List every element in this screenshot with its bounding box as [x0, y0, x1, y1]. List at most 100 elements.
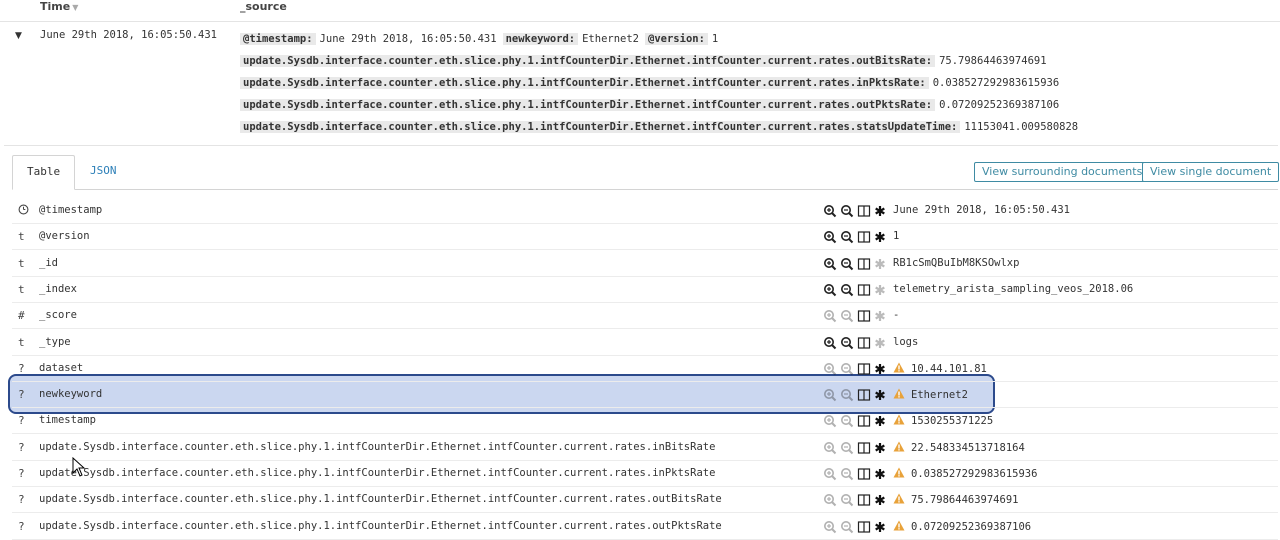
- field-value-text: -: [893, 309, 900, 321]
- zoom-in-icon[interactable]: [823, 203, 837, 219]
- warning-icon: [893, 414, 905, 425]
- zoom-out-icon[interactable]: [840, 308, 854, 324]
- toggle-column-icon[interactable]: [857, 492, 871, 508]
- zoom-in-icon[interactable]: [823, 282, 837, 298]
- zoom-in-icon[interactable]: [823, 519, 837, 535]
- field-name: update.Sysdb.interface.counter.eth.slice…: [39, 441, 716, 453]
- source-line: update.Sysdb.interface.counter.eth.slice…: [240, 97, 1065, 113]
- field-type-icon: t: [18, 283, 25, 296]
- field-value-text: 1: [893, 230, 900, 242]
- asterisk-icon[interactable]: [873, 387, 887, 403]
- view-single-document-button[interactable]: View single document: [1142, 162, 1280, 182]
- zoom-out-icon[interactable]: [840, 203, 854, 219]
- zoom-out-icon[interactable]: [840, 256, 854, 272]
- zoom-out-icon[interactable]: [840, 335, 854, 351]
- asterisk-icon[interactable]: [873, 413, 887, 429]
- field-name: timestamp: [39, 414, 96, 426]
- zoom-in-icon[interactable]: [823, 229, 837, 245]
- field-type-icon: t: [18, 336, 25, 349]
- asterisk-icon[interactable]: [873, 466, 887, 482]
- tab-json[interactable]: JSON: [76, 155, 131, 190]
- zoom-in-icon[interactable]: [823, 256, 837, 272]
- source-value: June 29th 2018, 16:05:50.431: [319, 33, 497, 45]
- field-value: 1: [893, 230, 899, 242]
- zoom-out-icon[interactable]: [840, 492, 854, 508]
- field-name: _index: [39, 283, 77, 295]
- zoom-out-icon[interactable]: [840, 440, 854, 456]
- field-actions: [823, 466, 889, 482]
- field-name: _id: [39, 257, 58, 269]
- toggle-column-icon[interactable]: [857, 256, 871, 272]
- tab-table[interactable]: Table: [12, 155, 76, 190]
- toggle-column-icon[interactable]: [857, 361, 871, 377]
- field-actions: [823, 308, 889, 324]
- collapse-caret-icon[interactable]: ▼: [15, 31, 22, 41]
- field-actions: [823, 335, 889, 351]
- field-row: ? dataset 10.44.101.81: [12, 356, 1278, 382]
- field-type-icon: [18, 204, 32, 218]
- field-value-text: 0.038527292983615936: [911, 468, 1038, 480]
- toggle-column-icon[interactable]: [857, 335, 871, 351]
- asterisk-icon[interactable]: [873, 282, 887, 298]
- zoom-out-icon[interactable]: [840, 229, 854, 245]
- field-value-text: 10.44.101.81: [911, 363, 987, 375]
- field-row: ? update.Sysdb.interface.counter.eth.slic…: [12, 487, 1278, 513]
- asterisk-icon[interactable]: [873, 440, 887, 456]
- toggle-column-icon[interactable]: [857, 308, 871, 324]
- field-type-icon: ?: [18, 388, 25, 401]
- field-value: logs: [893, 336, 918, 348]
- zoom-in-icon[interactable]: [823, 413, 837, 429]
- field-name: _type: [39, 336, 71, 348]
- toggle-column-icon[interactable]: [857, 387, 871, 403]
- zoom-out-icon[interactable]: [840, 413, 854, 429]
- asterisk-icon[interactable]: [873, 519, 887, 535]
- field-type-icon: t: [18, 257, 25, 270]
- zoom-out-icon[interactable]: [840, 361, 854, 377]
- source-key: update.Sysdb.interface.counter.eth.slice…: [240, 77, 929, 89]
- view-surrounding-documents-button[interactable]: View surrounding documents: [974, 162, 1151, 182]
- zoom-in-icon[interactable]: [823, 335, 837, 351]
- source-line: update.Sysdb.interface.counter.eth.slice…: [240, 119, 1084, 135]
- asterisk-icon[interactable]: [873, 256, 887, 272]
- asterisk-icon[interactable]: [873, 203, 887, 219]
- asterisk-icon[interactable]: [873, 229, 887, 245]
- toggle-column-icon[interactable]: [857, 413, 871, 429]
- field-value-text: logs: [893, 336, 919, 348]
- field-row: @timestamp June 29th 2018, 16:05:50.431: [12, 198, 1278, 224]
- toggle-column-icon[interactable]: [857, 466, 871, 482]
- field-value-text: Ethernet2: [911, 389, 968, 401]
- zoom-in-icon[interactable]: [823, 492, 837, 508]
- zoom-in-icon[interactable]: [823, 308, 837, 324]
- toggle-column-icon[interactable]: [857, 203, 871, 219]
- field-value: 0.07209252369387106: [893, 520, 1031, 533]
- source-value: 0.038527292983615936: [932, 77, 1060, 89]
- field-actions: [823, 413, 889, 429]
- toggle-column-icon[interactable]: [857, 229, 871, 245]
- toggle-column-icon[interactable]: [857, 440, 871, 456]
- warning-icon: [893, 441, 905, 452]
- zoom-out-icon[interactable]: [840, 519, 854, 535]
- asterisk-icon[interactable]: [873, 335, 887, 351]
- zoom-in-icon[interactable]: [823, 387, 837, 403]
- zoom-in-icon[interactable]: [823, 361, 837, 377]
- zoom-in-icon[interactable]: [823, 466, 837, 482]
- field-name: @version: [39, 230, 90, 242]
- zoom-out-icon[interactable]: [840, 466, 854, 482]
- sort-icon[interactable]: ▼: [72, 3, 78, 12]
- toggle-column-icon[interactable]: [857, 282, 871, 298]
- field-value: telemetry_arista_sampling_veos_2018.06: [893, 283, 1133, 295]
- asterisk-icon[interactable]: [873, 308, 887, 324]
- zoom-out-icon[interactable]: [840, 387, 854, 403]
- field-value: -: [893, 309, 899, 321]
- field-actions: [823, 229, 889, 245]
- time-column-header[interactable]: Time ▼: [40, 0, 78, 13]
- asterisk-icon[interactable]: [873, 492, 887, 508]
- toggle-column-icon[interactable]: [857, 519, 871, 535]
- zoom-out-icon[interactable]: [840, 282, 854, 298]
- field-type-icon: ?: [18, 362, 25, 375]
- field-row: ? timestamp 1530255371225: [12, 408, 1278, 434]
- asterisk-icon[interactable]: [873, 361, 887, 377]
- field-actions: [823, 440, 889, 456]
- zoom-in-icon[interactable]: [823, 440, 837, 456]
- field-name: newkeyword: [39, 388, 103, 400]
